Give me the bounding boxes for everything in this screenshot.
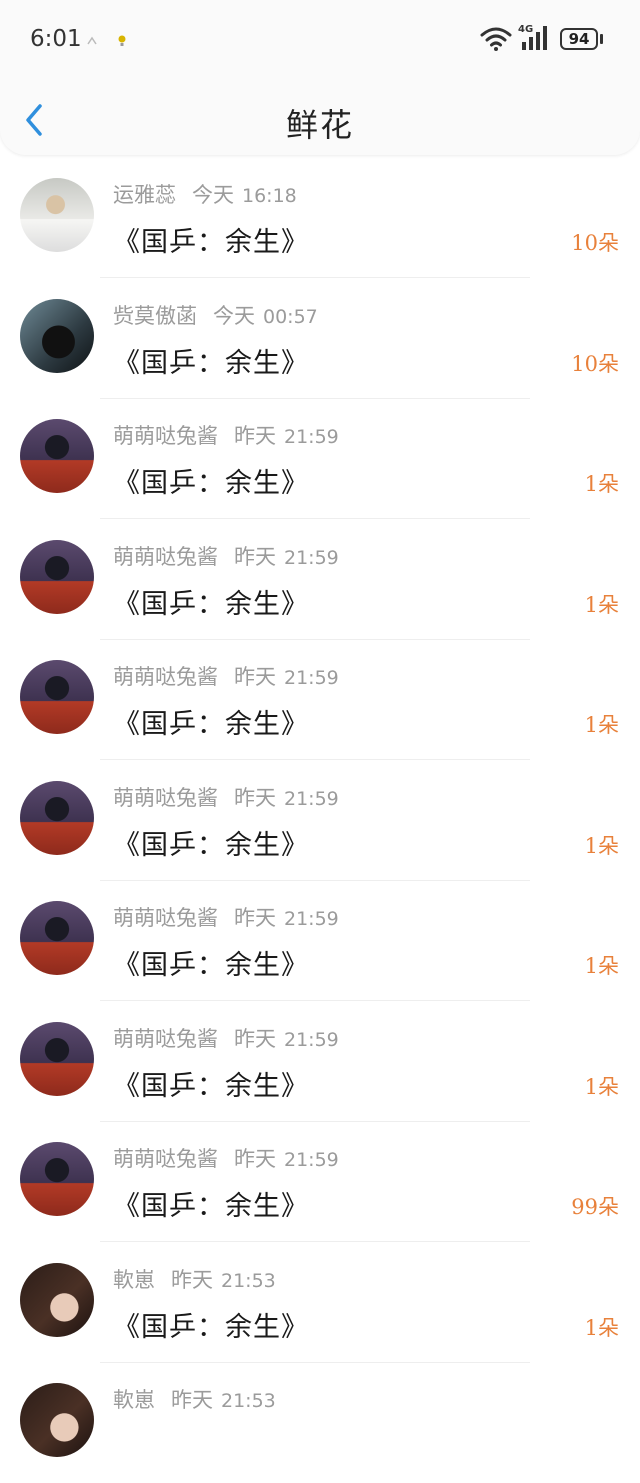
avatar[interactable] (20, 539, 94, 614)
flower-count: 1朵 (584, 472, 619, 496)
notification-icon (87, 36, 97, 45)
user-name[interactable]: 萌萌哒兔酱 (113, 661, 218, 691)
item-time: 21:53 (221, 1390, 276, 1412)
user-name[interactable]: 萌萌哒兔酱 (113, 541, 218, 571)
list-item[interactable]: 萌萌哒兔酱 昨天 21:59 《国乒：余生》 1朵 (0, 760, 640, 881)
battery-indicator: 94 (560, 28, 598, 50)
item-date: 昨天 (234, 424, 276, 448)
item-date: 昨天 (234, 785, 276, 810)
list-item[interactable]: 軟崽 昨天 21:53 《国乒：余生》 1朵 (0, 1242, 640, 1363)
list-item[interactable]: 萌萌哒兔酱 昨天 21:59 《国乒：余生》 1朵 (0, 880, 640, 1001)
user-name[interactable]: 萌萌哒兔酱 (113, 420, 218, 450)
flower-count: 1朵 (584, 1074, 619, 1099)
item-meta: 萌萌哒兔酱 昨天 21:59 (113, 420, 339, 450)
battery-tip (600, 34, 603, 44)
list-item[interactable]: 軟崽 昨天 21:53 (0, 1362, 640, 1483)
item-date: 昨天 (234, 906, 276, 930)
item-meta: 萌萌哒兔酱 昨天 21:59 (113, 1023, 339, 1053)
item-time: 21:59 (284, 426, 339, 448)
flower-count: 10朵 (571, 231, 619, 255)
page-title: 鲜花 (285, 106, 354, 144)
work-title[interactable]: 《国乒：余生》 (113, 823, 309, 862)
item-meta: 赀莫傲菡 今天 00:57 (113, 300, 318, 330)
item-meta: 軟崽 昨天 21:53 (113, 1384, 276, 1414)
item-meta: 萌萌哒兔酱 昨天 21:59 (113, 541, 339, 571)
wifi-icon (480, 27, 512, 51)
network-type: 4G (518, 24, 534, 35)
item-date: 昨天 (234, 665, 276, 689)
status-bar: 6:01 4G 94 (0, 0, 640, 80)
user-name[interactable]: 运雅蕊 (113, 179, 176, 209)
item-time: 21:59 (284, 787, 339, 810)
item-meta: 萌萌哒兔酱 昨天 21:59 (113, 902, 339, 932)
user-name[interactable]: 軟崽 (113, 1264, 155, 1294)
user-name[interactable]: 赀莫傲菡 (113, 300, 197, 330)
list-item[interactable]: 萌萌哒兔酱 昨天 21:59 《国乒：余生》 1朵 (0, 639, 640, 760)
user-name[interactable]: 萌萌哒兔酱 (113, 782, 218, 812)
item-date: 昨天 (234, 1026, 276, 1051)
item-date: 昨天 (234, 1147, 276, 1171)
item-time: 16:18 (242, 185, 297, 207)
item-time: 21:59 (284, 908, 339, 930)
work-title[interactable]: 《国乒：余生》 (113, 582, 309, 621)
work-title[interactable]: 《国乒：余生》 (113, 461, 309, 500)
avatar[interactable] (20, 1262, 94, 1337)
item-meta: 軟崽 昨天 21:53 (113, 1264, 276, 1294)
work-title[interactable]: 《国乒：余生》 (113, 220, 309, 259)
top-bar: 6:01 4G 94 鲜花 (0, 0, 640, 155)
item-meta: 萌萌哒兔酱 昨天 21:59 (113, 782, 339, 812)
work-title[interactable]: 《国乒：余生》 (113, 1305, 309, 1344)
avatar[interactable] (20, 1383, 94, 1457)
avatar[interactable] (20, 178, 94, 252)
flower-count: 10朵 (571, 351, 619, 376)
work-title[interactable]: 《国乒：余生》 (113, 1184, 309, 1223)
item-time: 21:59 (284, 546, 339, 569)
item-date: 昨天 (234, 544, 276, 569)
list-item[interactable]: 运雅蕊 今天 16:18 《国乒：余生》 10朵 (0, 157, 640, 278)
list-item[interactable]: 萌萌哒兔酱 昨天 21:59 《国乒：余生》 1朵 (0, 1001, 640, 1122)
work-title[interactable]: 《国乒：余生》 (113, 1064, 309, 1103)
item-time: 21:59 (284, 667, 339, 689)
flower-count: 99朵 (571, 1195, 619, 1219)
avatar[interactable] (20, 419, 94, 493)
item-date: 昨天 (171, 1267, 213, 1292)
item-time: 21:53 (221, 1269, 276, 1292)
list-item[interactable]: 萌萌哒兔酱 昨天 21:59 《国乒：余生》 99朵 (0, 1121, 640, 1242)
item-meta: 运雅蕊 今天 16:18 (113, 179, 297, 209)
avatar[interactable] (20, 660, 94, 734)
avatar[interactable] (20, 1021, 94, 1096)
user-name[interactable]: 軟崽 (113, 1384, 155, 1414)
avatar[interactable] (20, 1142, 94, 1216)
item-date: 今天 (213, 303, 255, 328)
list-item[interactable]: 赀莫傲菡 今天 00:57 《国乒：余生》 10朵 (0, 278, 640, 399)
item-meta: 萌萌哒兔酱 昨天 21:59 (113, 661, 339, 691)
list-item[interactable]: 萌萌哒兔酱 昨天 21:59 《国乒：余生》 1朵 (0, 398, 640, 519)
item-date: 昨天 (171, 1388, 213, 1412)
item-time: 00:57 (263, 305, 318, 328)
user-name[interactable]: 萌萌哒兔酱 (113, 1023, 218, 1053)
work-title[interactable]: 《国乒：余生》 (113, 702, 309, 741)
item-time: 21:59 (284, 1149, 339, 1171)
avatar[interactable] (20, 780, 94, 855)
user-name[interactable]: 萌萌哒兔酱 (113, 902, 218, 932)
flower-count: 1朵 (584, 713, 619, 737)
avatar[interactable] (20, 298, 94, 373)
flower-count: 1朵 (584, 1315, 619, 1340)
avatar[interactable] (20, 901, 94, 975)
item-date: 今天 (192, 183, 234, 207)
status-time: 6:01 (30, 26, 82, 52)
list-item[interactable]: 萌萌哒兔酱 昨天 21:59 《国乒：余生》 1朵 (0, 519, 640, 640)
work-title[interactable]: 《国乒：余生》 (113, 341, 309, 380)
bulb-icon (118, 35, 126, 46)
flower-count: 1朵 (584, 954, 619, 978)
flower-count: 1朵 (584, 592, 619, 617)
item-time: 21:59 (284, 1028, 339, 1051)
item-meta: 萌萌哒兔酱 昨天 21:59 (113, 1143, 339, 1173)
work-title[interactable]: 《国乒：余生》 (113, 943, 309, 982)
flower-count: 1朵 (584, 833, 619, 858)
user-name[interactable]: 萌萌哒兔酱 (113, 1143, 218, 1173)
